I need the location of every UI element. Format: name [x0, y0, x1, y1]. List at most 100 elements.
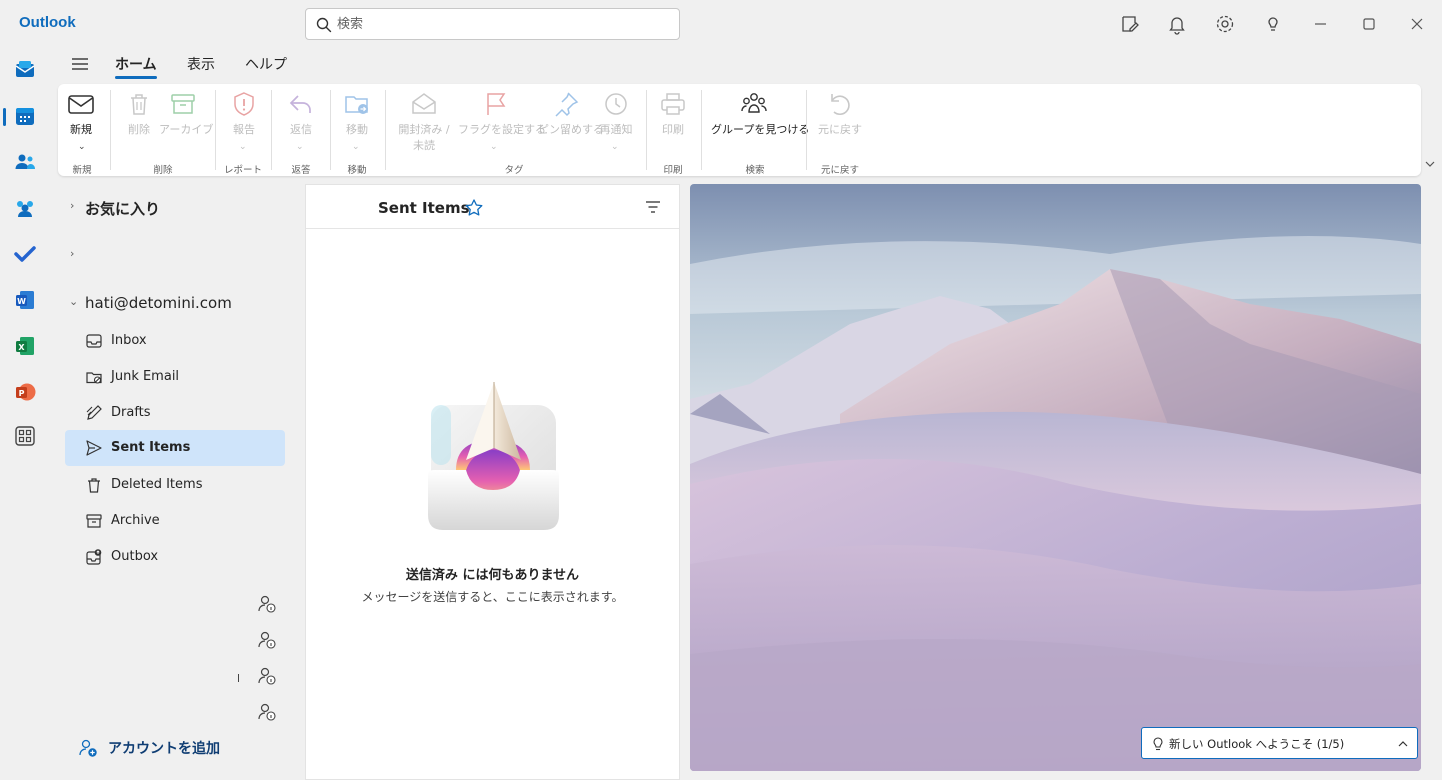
- search-icon: [316, 17, 332, 33]
- search-box[interactable]: [305, 8, 680, 40]
- empty-state-subtitle: メッセージを送信すると、ここに表示されます。: [361, 590, 624, 604]
- person-info-icon[interactable]: [257, 702, 277, 722]
- person-info-icon[interactable]: [257, 630, 277, 650]
- chevron-down-icon[interactable]: ⌄: [69, 295, 78, 308]
- find-groups-label: グループを見つける: [711, 123, 810, 136]
- chevron-right-icon[interactable]: ›: [70, 247, 74, 260]
- chevron-down-icon[interactable]: ⌄: [352, 142, 360, 152]
- tab-help[interactable]: ヘルプ: [245, 54, 287, 74]
- chevron-up-icon[interactable]: [1396, 737, 1410, 751]
- folder-sent-items[interactable]: Sent Items: [65, 430, 285, 466]
- chevron-right-icon[interactable]: ›: [70, 199, 74, 212]
- bell-icon[interactable]: [1166, 13, 1188, 35]
- undo-label: 元に戻す: [818, 123, 862, 136]
- move-button[interactable]: 移動: [342, 90, 372, 137]
- desert-mountain-image: [690, 184, 1421, 771]
- account-header[interactable]: hati@detomini.com: [85, 294, 232, 312]
- ribbon-divider: [110, 90, 111, 170]
- person-info-icon[interactable]: [257, 594, 277, 614]
- search-input[interactable]: [337, 14, 667, 34]
- folder-drafts[interactable]: Drafts: [65, 395, 285, 431]
- tab-home[interactable]: ホーム: [115, 54, 157, 74]
- title-bar: Outlook: [0, 0, 1442, 48]
- apps-icon[interactable]: [13, 424, 37, 448]
- welcome-text: 新しい Outlook へようこそ (1/5): [1169, 737, 1345, 751]
- powerpoint-icon[interactable]: P: [13, 380, 37, 404]
- folder-inbox[interactable]: Inbox: [65, 323, 285, 359]
- chevron-down-icon[interactable]: [1424, 158, 1436, 170]
- undo-button[interactable]: 元に戻す: [815, 90, 865, 137]
- folder-label: Inbox: [111, 333, 147, 348]
- maximize-icon[interactable]: [1358, 13, 1380, 35]
- group-tags: タグ: [504, 165, 524, 176]
- read-unread-label-2: 未読: [413, 139, 435, 152]
- folder-label: Drafts: [111, 405, 151, 420]
- folder-label: Junk Email: [111, 369, 180, 384]
- close-icon[interactable]: [1406, 13, 1428, 35]
- undo-icon: [831, 94, 850, 115]
- favorites-header[interactable]: お気に入り: [85, 198, 160, 219]
- folder-label: Deleted Items: [111, 477, 203, 492]
- calendar-icon[interactable]: [13, 104, 37, 128]
- folder-move-icon: [345, 96, 368, 114]
- star-icon[interactable]: [464, 198, 484, 218]
- pin-button[interactable]: ピン留めする: [538, 90, 604, 137]
- lightbulb-icon[interactable]: [1262, 13, 1284, 35]
- todo-icon[interactable]: [13, 242, 37, 266]
- ribbon-divider: [215, 90, 216, 170]
- group-new: 新規: [72, 165, 92, 176]
- folder-archive[interactable]: Archive: [65, 503, 285, 539]
- notes-icon[interactable]: [1119, 13, 1141, 35]
- chevron-down-icon[interactable]: ⌄: [296, 142, 304, 152]
- chevron-down-icon[interactable]: ⌄: [78, 142, 86, 152]
- people-icon[interactable]: [13, 150, 37, 174]
- drafts-icon: [86, 405, 102, 420]
- filter-icon[interactable]: [644, 199, 662, 215]
- hamburger-icon[interactable]: [70, 56, 90, 72]
- archive-button[interactable]: アーカイブ: [159, 90, 213, 137]
- folder-label: Archive: [111, 513, 160, 528]
- trash-icon: [131, 94, 147, 115]
- mail-icon[interactable]: [13, 58, 37, 82]
- inbox-icon: [86, 334, 102, 348]
- divider-mark: [238, 674, 239, 682]
- delete-button[interactable]: 削除: [124, 90, 154, 137]
- tab-view[interactable]: 表示: [187, 54, 215, 74]
- folder-label: Sent Items: [111, 440, 191, 455]
- read-unread-button[interactable]: 開封済み / 未読: [394, 90, 454, 153]
- empty-sent-illustration: [428, 382, 559, 530]
- folder-outbox[interactable]: Outbox: [65, 539, 285, 575]
- add-account-label: アカウントを追加: [108, 741, 220, 757]
- print-button[interactable]: 印刷: [658, 90, 688, 137]
- person-info-icon[interactable]: [257, 666, 277, 686]
- flag-icon: [487, 93, 506, 115]
- flag-button[interactable]: フラグを設定する: [458, 90, 546, 137]
- settings-icon[interactable]: [1214, 13, 1236, 35]
- reply-button[interactable]: 返信: [285, 90, 317, 137]
- ribbon-divider: [701, 90, 702, 170]
- new-label: 新規: [70, 123, 92, 136]
- message-list-header: Sent Items: [306, 185, 679, 229]
- minimize-icon[interactable]: [1310, 13, 1332, 35]
- folder-junk[interactable]: Junk Email: [65, 359, 285, 395]
- group-respond: 返答: [291, 165, 311, 176]
- new-mail-button[interactable]: 新規: [66, 90, 96, 137]
- ribbon-tabs: ホーム 表示 ヘルプ: [50, 48, 1442, 82]
- chevron-down-icon[interactable]: ⌄: [611, 142, 619, 152]
- find-groups-button[interactable]: グループを見つける: [711, 90, 810, 137]
- people-group-icon: [741, 93, 767, 113]
- group-undo: 元に戻す: [820, 165, 859, 176]
- report-button[interactable]: 報告: [228, 90, 260, 137]
- snooze-button[interactable]: 再通知: [598, 90, 634, 137]
- chevron-down-icon[interactable]: ⌄: [239, 142, 247, 152]
- folder-deleted-items[interactable]: Deleted Items: [65, 467, 285, 503]
- group-move: 移動: [347, 165, 367, 176]
- chevron-down-icon[interactable]: ⌄: [490, 142, 498, 152]
- ribbon-divider: [646, 90, 647, 170]
- welcome-tips-bar[interactable]: 新しい Outlook へようこそ (1/5): [1141, 727, 1418, 759]
- excel-icon[interactable]: X: [13, 334, 37, 358]
- rail-active-indicator: [3, 108, 6, 126]
- word-icon[interactable]: W: [13, 288, 37, 312]
- groups-icon[interactable]: [13, 196, 37, 220]
- ribbon-divider: [806, 90, 807, 170]
